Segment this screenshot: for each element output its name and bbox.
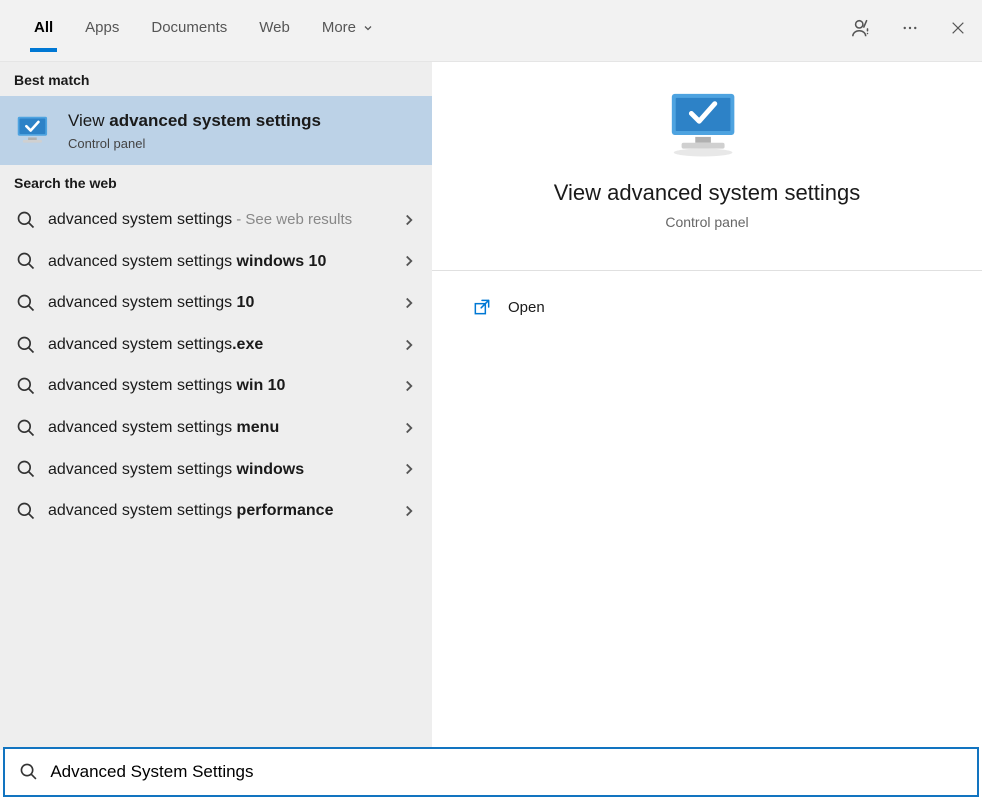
chevron-right-icon — [400, 294, 418, 312]
monitor-check-icon — [16, 115, 54, 147]
chevron-right-icon — [400, 211, 418, 229]
search-icon — [19, 762, 38, 782]
search-icon — [16, 335, 36, 355]
search-icon — [16, 293, 36, 313]
section-header-best-match: Best match — [0, 62, 432, 96]
best-match-text: View advanced system settings Control pa… — [68, 110, 321, 151]
section-header-search-web: Search the web — [0, 165, 432, 199]
best-match-title-bold: advanced system settings — [109, 111, 321, 130]
web-result-item[interactable]: advanced system settings menu — [0, 407, 432, 449]
web-result-item[interactable]: advanced system settings win 10 — [0, 365, 432, 407]
web-result-text: advanced system settings performance — [48, 500, 388, 522]
chevron-right-icon — [400, 419, 418, 437]
web-result-item[interactable]: advanced system settings windows — [0, 449, 432, 491]
web-result-text: advanced system settings - See web resul… — [48, 209, 388, 231]
web-result-text: advanced system settings windows 10 — [48, 251, 388, 273]
tab-more[interactable]: More — [306, 9, 390, 52]
search-tabs: All Apps Documents Web More — [0, 0, 982, 62]
web-result-item[interactable]: advanced system settings 10 — [0, 282, 432, 324]
tab-more-label: More — [322, 19, 356, 36]
monitor-check-large-icon — [664, 90, 750, 162]
search-icon — [16, 376, 36, 396]
web-result-text: advanced system settings.exe — [48, 334, 388, 356]
search-icon — [16, 501, 36, 521]
best-match-title-prefix: View — [68, 111, 109, 130]
action-open[interactable]: Open — [432, 287, 982, 327]
chevron-right-icon — [400, 377, 418, 395]
web-result-text: advanced system settings menu — [48, 417, 388, 439]
best-match-subtitle: Control panel — [68, 136, 321, 151]
chevron-right-icon — [400, 252, 418, 270]
search-icon — [16, 251, 36, 271]
best-match-result[interactable]: View advanced system settings Control pa… — [0, 96, 432, 165]
search-bar[interactable] — [3, 747, 979, 797]
web-result-text: advanced system settings 10 — [48, 292, 388, 314]
tab-apps[interactable]: Apps — [69, 9, 135, 52]
detail-hero: View advanced system settings Control pa… — [432, 62, 982, 250]
divider — [432, 270, 982, 271]
web-result-item[interactable]: advanced system settings.exe — [0, 324, 432, 366]
web-result-item[interactable]: advanced system settings - See web resul… — [0, 199, 432, 241]
search-icon — [16, 459, 36, 479]
chevron-down-icon — [362, 22, 374, 34]
detail-panel: View advanced system settings Control pa… — [432, 62, 982, 750]
action-open-label: Open — [508, 299, 545, 316]
web-result-item[interactable]: advanced system settings windows 10 — [0, 241, 432, 283]
search-results-main: Best match View advanced system settings… — [0, 62, 982, 750]
open-external-icon — [472, 297, 492, 317]
search-input[interactable] — [50, 762, 963, 782]
tab-web[interactable]: Web — [243, 9, 306, 52]
results-left-column: Best match View advanced system settings… — [0, 62, 432, 750]
tab-documents[interactable]: Documents — [135, 9, 243, 52]
web-result-text: advanced system settings win 10 — [48, 375, 388, 397]
search-icon — [16, 210, 36, 230]
chevron-right-icon — [400, 336, 418, 354]
feedback-icon[interactable] — [838, 7, 886, 55]
close-icon[interactable] — [934, 10, 982, 52]
chevron-right-icon — [400, 460, 418, 478]
chevron-right-icon — [400, 502, 418, 520]
search-icon — [16, 418, 36, 438]
web-result-item[interactable]: advanced system settings performance — [0, 490, 432, 532]
web-result-text: advanced system settings windows — [48, 459, 388, 481]
detail-title: View advanced system settings — [472, 180, 942, 206]
detail-subtitle: Control panel — [472, 214, 942, 230]
web-results-list: advanced system settings - See web resul… — [0, 199, 432, 532]
tab-all[interactable]: All — [18, 9, 69, 52]
more-options-icon[interactable] — [886, 9, 934, 53]
